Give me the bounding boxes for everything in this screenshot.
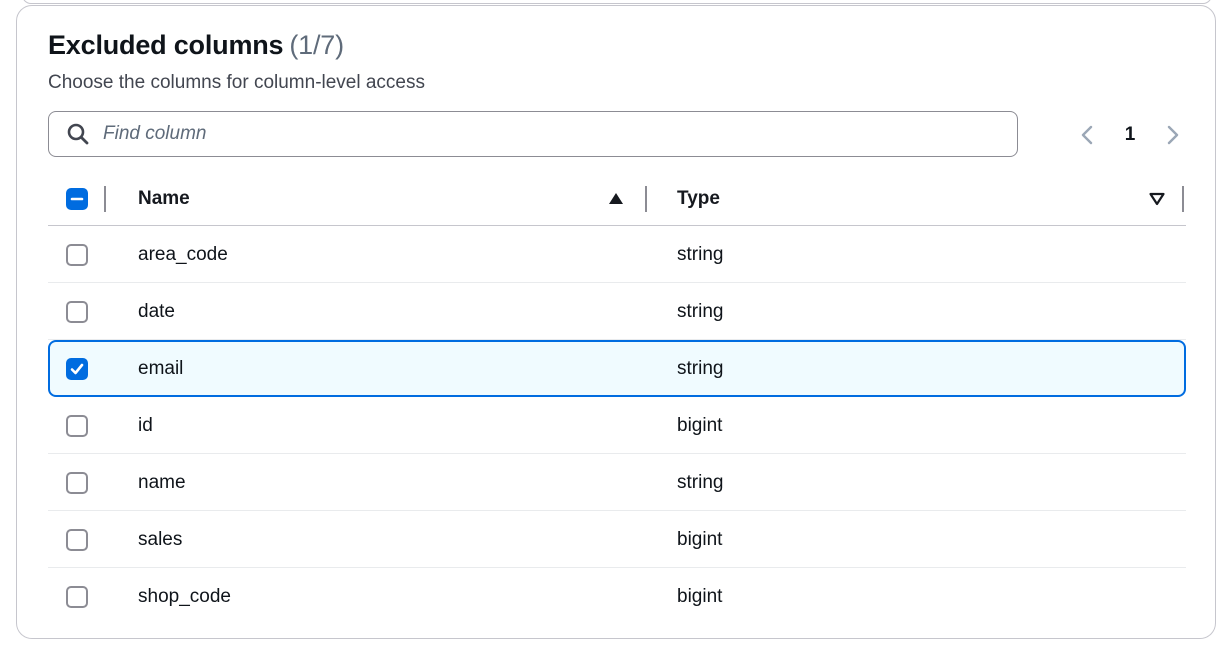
minus-icon (70, 197, 84, 200)
column-type-cell: string (677, 357, 724, 379)
excluded-columns-panel: Excluded columns (1/7) Choose the columns… (16, 5, 1216, 639)
table-row[interactable]: sales bigint (48, 511, 1186, 568)
search-field[interactable] (48, 111, 1018, 157)
panel-description: Choose the columns for column-level acce… (48, 72, 426, 93)
selection-count: (1/7) (289, 30, 344, 60)
current-page-number[interactable]: 1 (1125, 124, 1136, 146)
panel-title-text: Excluded columns (48, 30, 284, 60)
column-type-cell: bigint (677, 414, 723, 436)
previous-page-button[interactable] (1075, 120, 1099, 150)
row-checkbox-checked[interactable] (66, 357, 88, 380)
row-checkbox[interactable] (66, 414, 88, 437)
column-name-cell: sales (138, 528, 183, 550)
column-divider[interactable] (1182, 186, 1184, 212)
pagination: 1 (1075, 120, 1185, 150)
table-row[interactable]: date string (48, 283, 1186, 340)
column-name-cell: shop_code (138, 585, 231, 607)
columns-table: Name Type area_code string date string e… (48, 172, 1186, 625)
next-page-button[interactable] (1161, 120, 1185, 150)
table-row[interactable]: shop_code bigint (48, 568, 1186, 625)
row-checkbox[interactable] (66, 528, 88, 551)
chevron-left-icon (1081, 125, 1093, 145)
previous-panel-edge (22, 0, 1212, 4)
column-name-cell: date (138, 300, 175, 322)
table-row-selected[interactable]: email string (48, 340, 1186, 397)
sort-ascending-icon[interactable] (607, 191, 625, 207)
chevron-right-icon (1167, 125, 1179, 145)
sort-caret-down-icon[interactable] (1148, 191, 1166, 207)
column-type-cell: string (677, 300, 724, 322)
row-checkbox[interactable] (66, 300, 88, 323)
column-divider[interactable] (104, 186, 106, 212)
column-header-name[interactable]: Name (138, 188, 190, 210)
checkmark-icon (70, 363, 84, 374)
row-checkbox[interactable] (66, 471, 88, 494)
row-checkbox[interactable] (66, 243, 88, 266)
column-name-cell: name (138, 471, 186, 493)
search-input[interactable] (101, 113, 1017, 155)
row-checkbox[interactable] (66, 585, 88, 608)
column-name-cell: area_code (138, 243, 228, 265)
column-type-cell: bigint (677, 528, 723, 550)
panel-title: Excluded columns (1/7) (48, 30, 344, 61)
table-row[interactable]: area_code string (48, 226, 1186, 283)
table-row[interactable]: id bigint (48, 397, 1186, 454)
table-header: Name Type (48, 172, 1186, 226)
select-all-checkbox[interactable] (66, 187, 88, 210)
table-row[interactable]: name string (48, 454, 1186, 511)
column-name-cell: id (138, 414, 153, 436)
column-type-cell: string (677, 471, 724, 493)
column-type-cell: string (677, 243, 724, 265)
column-header-type[interactable]: Type (677, 188, 720, 210)
search-icon (65, 121, 91, 147)
column-type-cell: bigint (677, 585, 723, 607)
column-divider[interactable] (645, 186, 647, 212)
column-name-cell: email (138, 357, 184, 379)
